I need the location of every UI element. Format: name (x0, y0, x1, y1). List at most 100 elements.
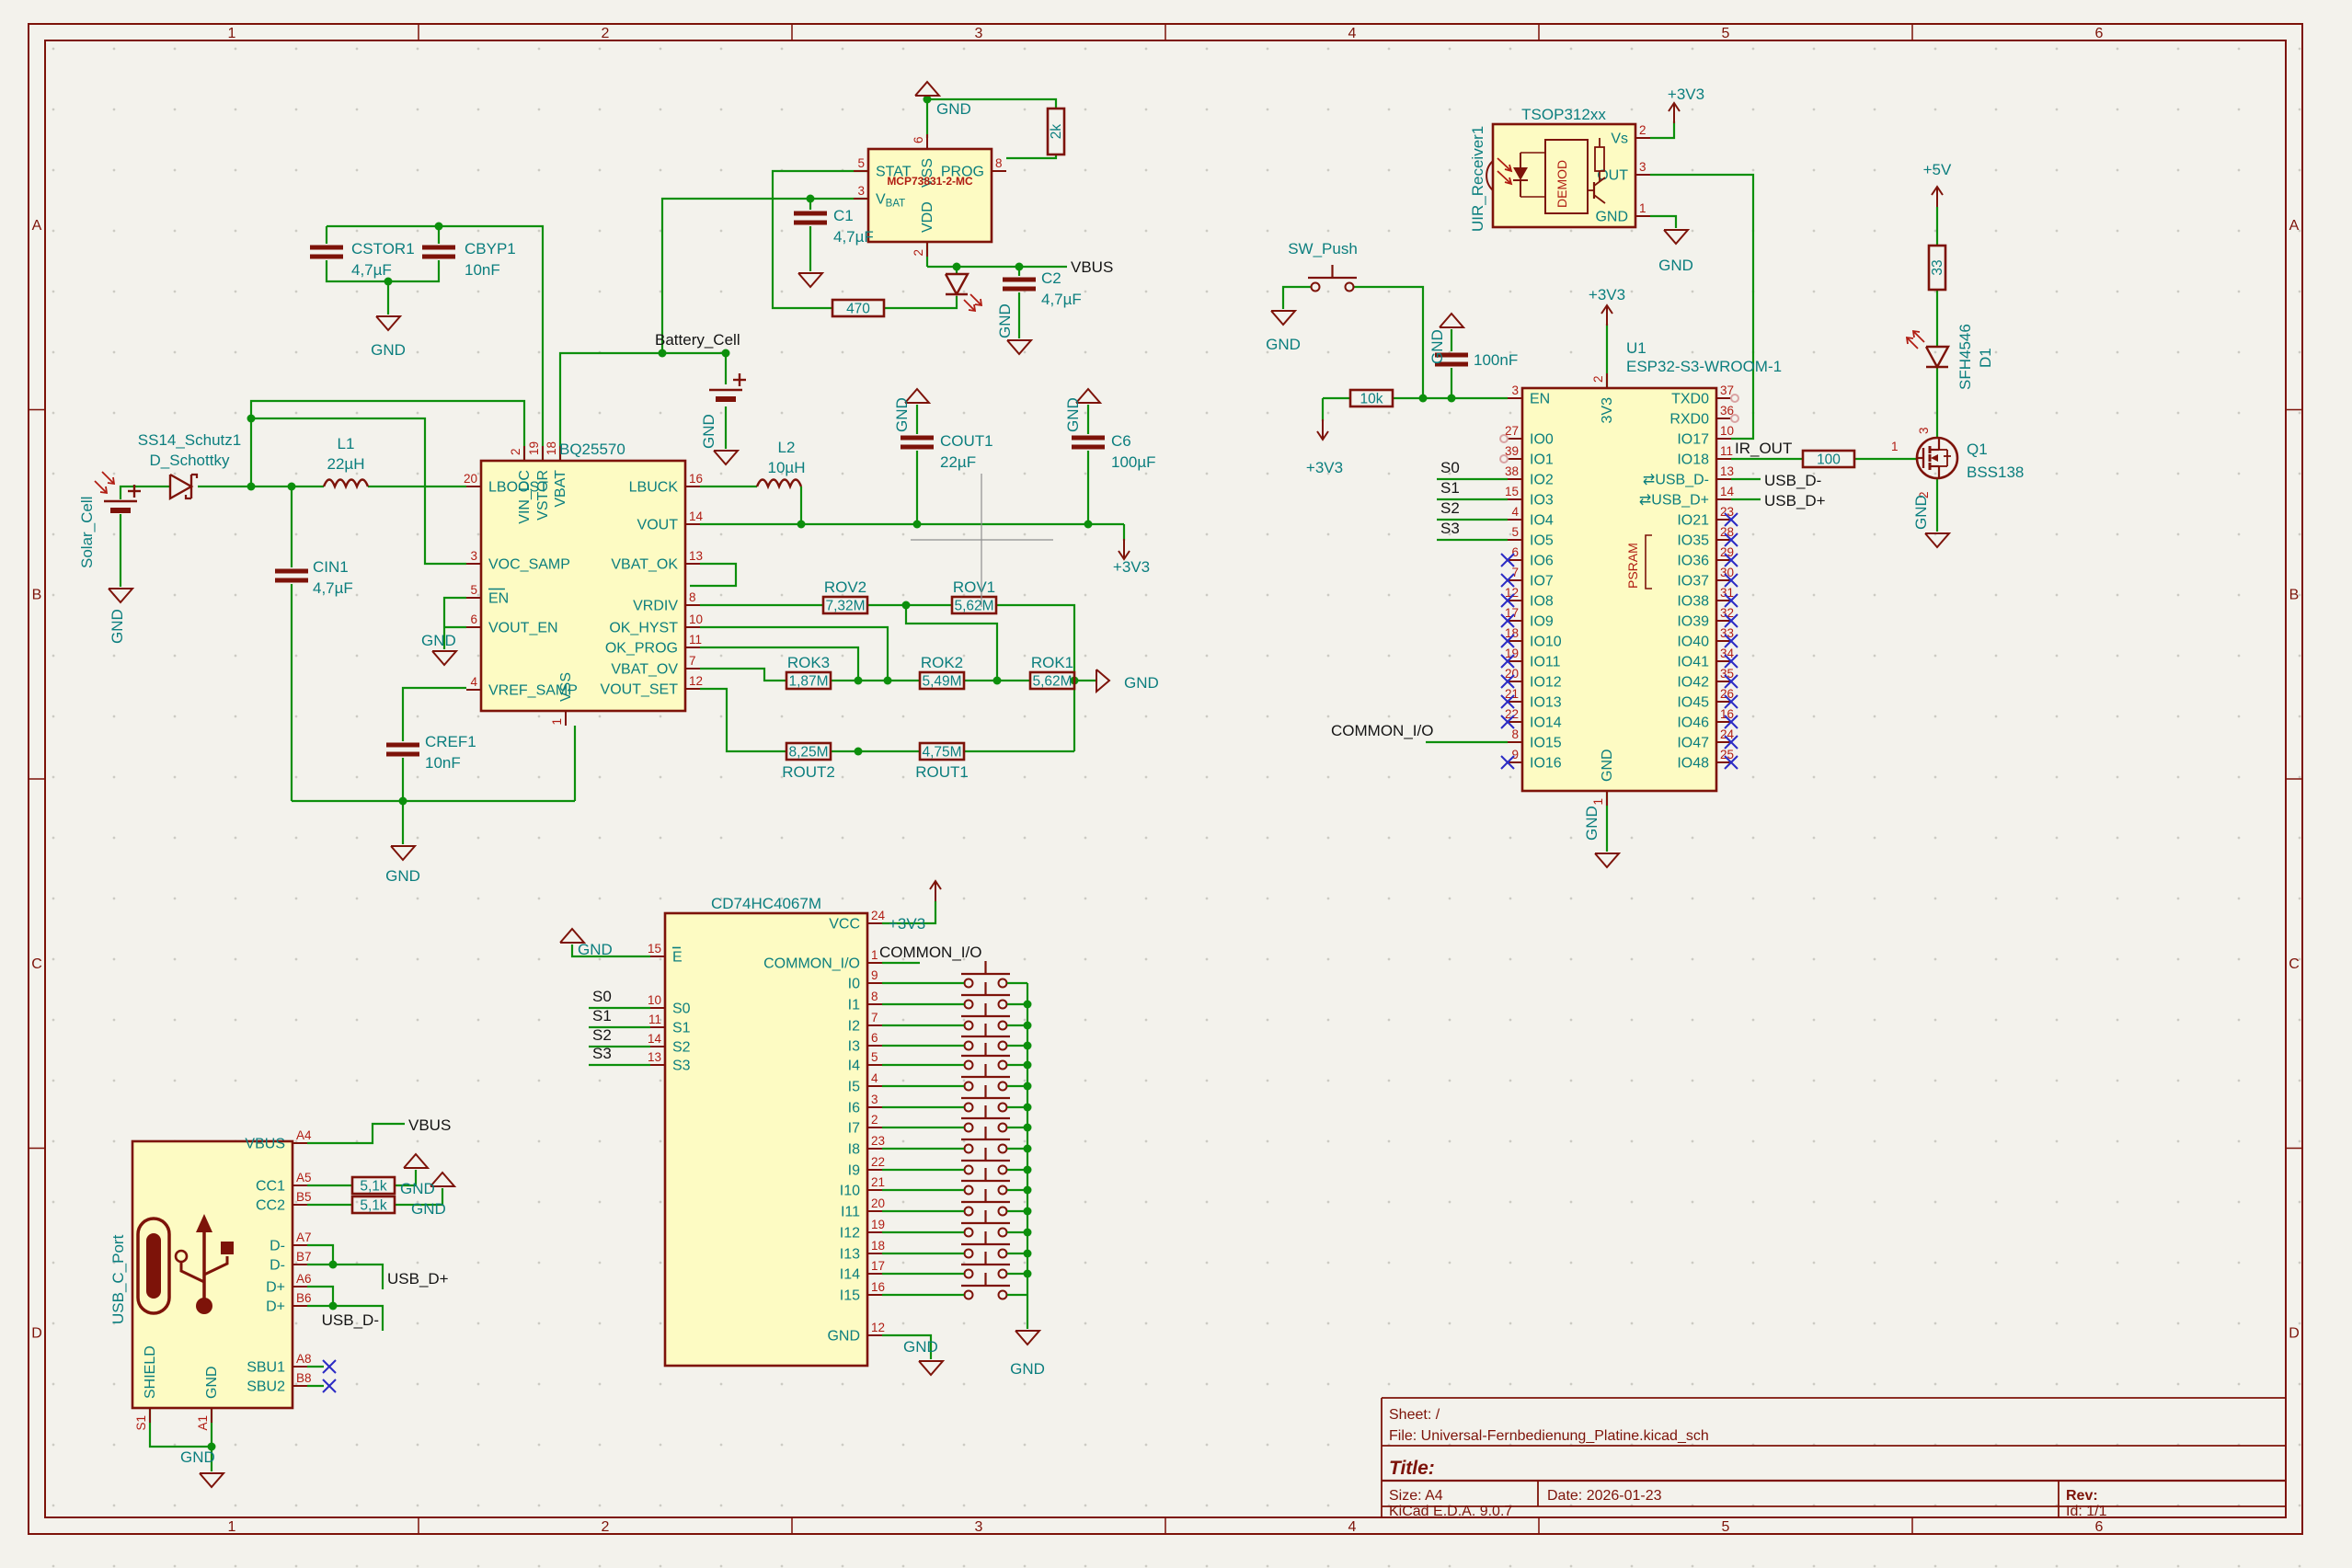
svg-text:⇄USB_D-: ⇄USB_D- (1643, 473, 1709, 488)
keypad-buttons[interactable] (882, 961, 1027, 1299)
component-usb-c-port[interactable]: A4VBUSA5CC1B5CC2A7D-B7D-A6D+B6D+A8SBU1B8… (132, 1128, 312, 1431)
gnd-flag[interactable] (1664, 230, 1688, 244)
labels[interactable]: Battery_CellVBUSVBUSUSB_D+USB_D-USB_D-US… (78, 86, 2024, 1466)
kicad-schematic-canvas[interactable]: Sheet: / File: Universal-Fernbedienung_P… (0, 0, 2352, 1568)
resistor-ROUT2[interactable]: 8,25M (786, 743, 831, 761)
svg-text:C: C (31, 956, 42, 972)
svg-text:S1: S1 (672, 1021, 691, 1036)
component-cd74hc4067m[interactable]: 15E10S011S114S213S324VCC1COMMON_I/O9I08I… (648, 909, 886, 1366)
svg-text:5: 5 (1722, 1519, 1730, 1535)
gnd-flag[interactable] (376, 316, 400, 330)
svg-text:BQ25570: BQ25570 (559, 441, 625, 458)
gnd-flag[interactable] (919, 1361, 943, 1375)
svg-text:2k: 2k (1049, 124, 1064, 140)
resistor-R2k[interactable]: 2k (1048, 109, 1064, 155)
solar-cell[interactable] (95, 472, 141, 513)
capacitor[interactable] (310, 247, 343, 257)
gnd-flag[interactable] (714, 451, 738, 464)
svg-text:5: 5 (871, 1050, 878, 1064)
svg-text:3: 3 (975, 26, 983, 41)
resistor-R33[interactable]: 33 (1929, 246, 1945, 290)
power-arrow[interactable] (1601, 305, 1612, 326)
resistor-ROK3[interactable]: 1,87M (786, 672, 831, 690)
power-arrow[interactable] (1669, 103, 1680, 123)
svg-text:C1: C1 (833, 207, 854, 224)
svg-text:1: 1 (228, 26, 236, 41)
battery-cell[interactable] (709, 373, 746, 402)
svg-text:I5: I5 (848, 1080, 860, 1095)
capacitor[interactable] (1003, 280, 1036, 289)
switch-sw-push[interactable] (1308, 265, 1357, 292)
capacitor[interactable] (422, 247, 455, 257)
capacitor[interactable] (1072, 438, 1105, 447)
led[interactable] (946, 274, 981, 311)
svg-text:GND: GND (578, 941, 613, 958)
svg-text:IO10: IO10 (1530, 635, 1562, 650)
svg-text:22µH: 22µH (327, 455, 365, 473)
svg-text:GND: GND (1583, 806, 1601, 841)
capacitor[interactable] (901, 438, 934, 447)
resistor-ROUT1[interactable]: 4,75M (920, 743, 964, 761)
resistor-R100[interactable]: 100 (1803, 451, 1854, 468)
component-bq25570[interactable]: 20LBOOST3VOC_SAMP5EN6VOUT_EN4VREF_SAMP16… (464, 441, 704, 726)
power-arrow[interactable] (1317, 419, 1328, 440)
mosfet-q1[interactable]: 321 (1891, 427, 1957, 498)
svg-text:CC2: CC2 (256, 1198, 285, 1214)
resistor-R5k1a[interactable]: 5,1k (352, 1177, 395, 1195)
power-arrow[interactable] (930, 881, 941, 901)
svg-text:GND: GND (996, 303, 1014, 338)
gnd-flag[interactable] (200, 1473, 224, 1487)
svg-text:ROK3: ROK3 (787, 654, 830, 671)
svg-text:5,62M: 5,62M (954, 599, 993, 614)
svg-text:ROUT2: ROUT2 (782, 763, 835, 781)
schottky-diode[interactable] (170, 475, 197, 498)
component-esp32-s3-wroom-1[interactable]: 3EN27IO039IO138IO215IO34IO45IO56IO67IO71… (1500, 373, 1738, 806)
capacitor[interactable] (275, 571, 308, 580)
gnd-flag[interactable] (1271, 311, 1295, 325)
gnd-flag[interactable] (1440, 314, 1463, 327)
svg-text:GND: GND (385, 867, 420, 885)
power-arrow[interactable] (1119, 539, 1130, 559)
svg-text:4,75M: 4,75M (922, 745, 961, 761)
svg-text:12: 12 (689, 674, 703, 688)
gnd-flag[interactable] (1595, 853, 1619, 867)
inductor (757, 480, 801, 487)
capacitor[interactable] (794, 213, 827, 223)
gnd-flag[interactable] (432, 651, 456, 665)
power-arrow[interactable] (1932, 187, 1943, 207)
svg-text:SBU2: SBU2 (247, 1379, 285, 1395)
svg-text:BSS138: BSS138 (1967, 464, 2024, 481)
svg-text:17: 17 (871, 1259, 885, 1273)
resistor-R470[interactable]: 470 (832, 300, 884, 317)
resistor-ROK2[interactable]: 5,49M (920, 672, 964, 690)
svg-text:IO40: IO40 (1677, 635, 1709, 650)
svg-text:100µF: 100µF (1111, 453, 1156, 471)
svg-text:D1: D1 (1977, 348, 1994, 368)
component-tsop312xx[interactable]: 2Vs3OUT1GNDDEMOD (1486, 123, 1650, 227)
gnd-flag[interactable] (915, 82, 939, 96)
led[interactable] (1907, 331, 1948, 367)
svg-text:4: 4 (470, 675, 477, 689)
gnd-flag[interactable] (798, 273, 822, 287)
gnd-flag[interactable] (1007, 340, 1031, 354)
svg-text:GND: GND (371, 341, 406, 359)
svg-text:CREF1: CREF1 (425, 733, 476, 750)
svg-text:I12: I12 (840, 1226, 860, 1242)
gnd-flag[interactable] (1925, 533, 1949, 547)
gnd-flag[interactable] (404, 1154, 428, 1168)
gnd-flag[interactable] (1096, 670, 1109, 692)
gnd-flag[interactable] (1015, 1331, 1039, 1345)
resistor-R5k1b[interactable]: 5,1k (352, 1196, 395, 1214)
resistor-R10k[interactable]: 10k (1350, 390, 1393, 407)
gnd-flag[interactable] (391, 846, 415, 860)
resistor-ROV2[interactable]: 7,32M (823, 597, 867, 614)
component-mcp73831[interactable]: 5STAT3VBAT8PROG6VSS2VDD (854, 134, 1006, 257)
resistor-ROK1[interactable]: 5,62M (1030, 672, 1074, 690)
svg-text:LBUCK: LBUCK (629, 480, 679, 496)
svg-text:2: 2 (1591, 375, 1605, 383)
svg-text:IO16: IO16 (1530, 756, 1562, 772)
gnd-flag[interactable] (109, 589, 132, 602)
svg-text:5,62M: 5,62M (1032, 674, 1072, 690)
resistor-ROV1[interactable]: 5,62M (952, 597, 996, 614)
capacitor[interactable] (386, 745, 419, 754)
